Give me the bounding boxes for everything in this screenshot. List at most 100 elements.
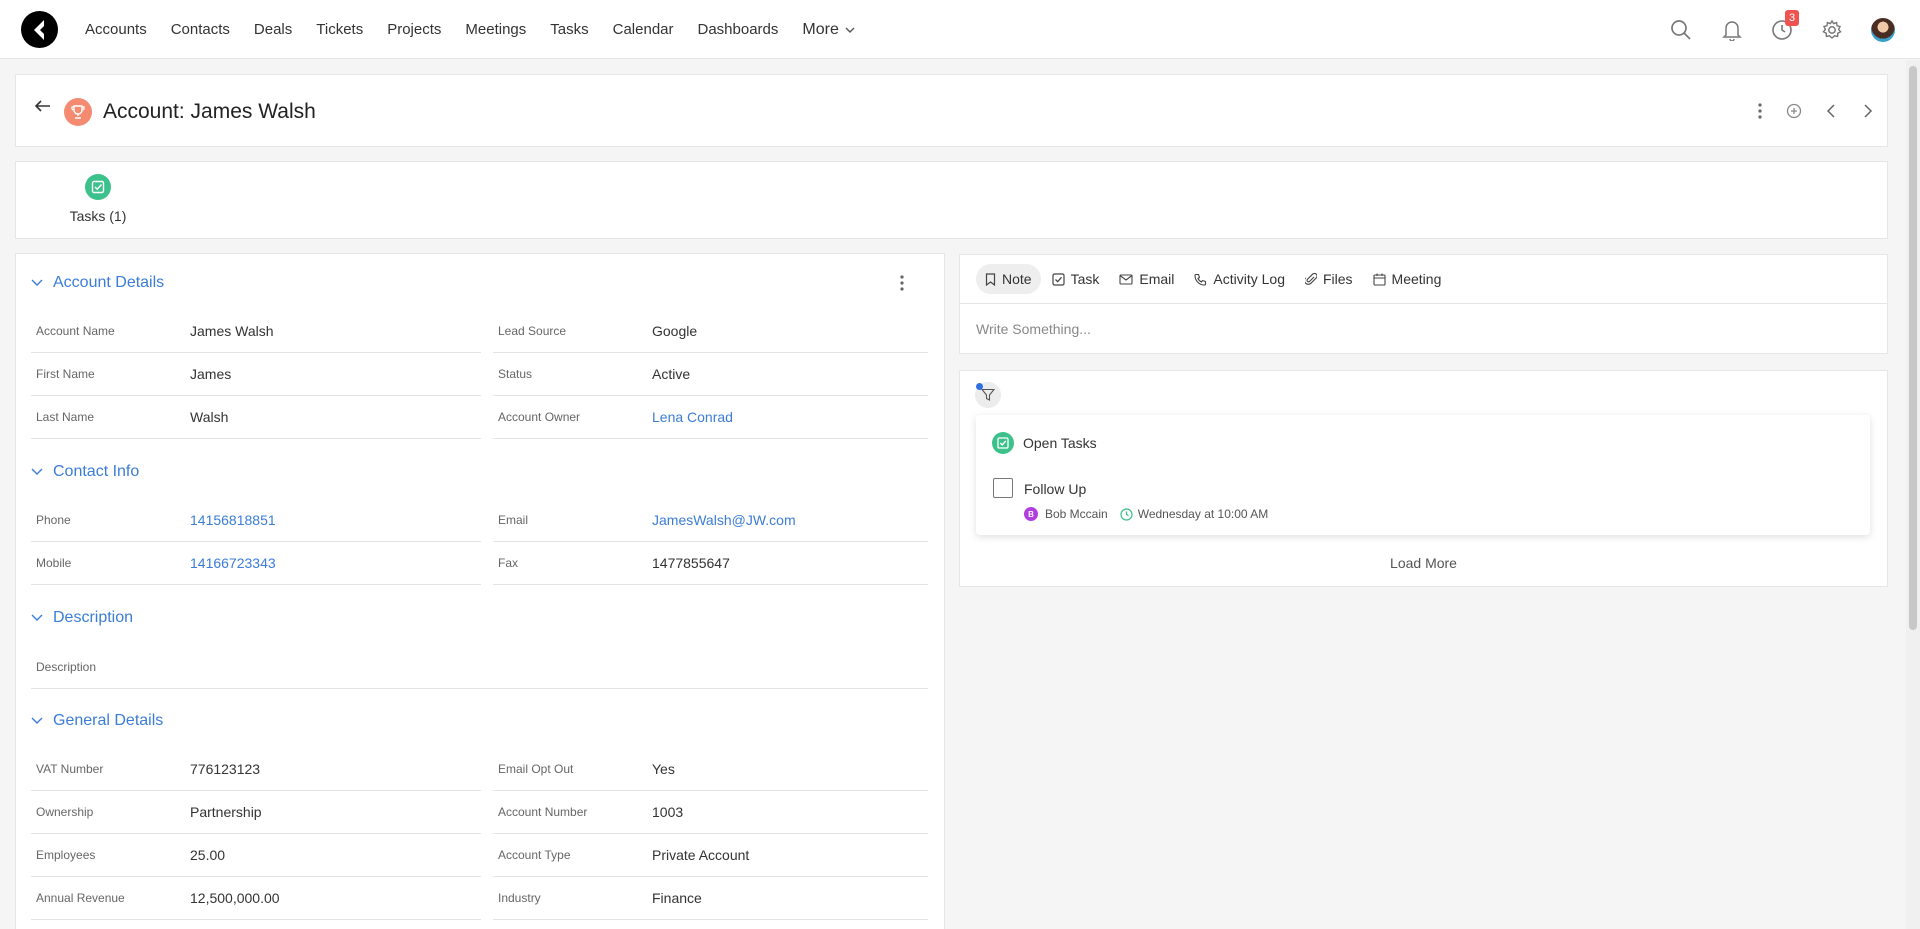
nav-item-contacts[interactable]: Contacts — [171, 21, 230, 38]
account-trophy-icon — [64, 98, 92, 126]
tab-task[interactable]: Task — [1043, 264, 1109, 294]
task-check-icon — [85, 174, 111, 200]
checkbox-icon — [1051, 272, 1065, 286]
related-lists-bar: Tasks (1) — [15, 161, 1888, 239]
tab-label: Files — [1322, 271, 1353, 287]
field-value: Active — [652, 366, 691, 382]
composer-tabs: Note Task Email Activity Log Files Meeti… — [976, 263, 1452, 295]
clock-icon — [1120, 507, 1133, 521]
field-vat-number: VAT Number 776123123 — [31, 748, 481, 791]
field-value: James Walsh — [190, 323, 274, 339]
related-tasks-link[interactable]: Tasks (1) — [54, 174, 142, 224]
field-label: Account Name — [36, 324, 115, 338]
field-value: Finance — [652, 890, 702, 906]
section-options-icon[interactable] — [900, 275, 904, 294]
field-value: 25.00 — [190, 847, 226, 863]
field-label: Phone — [36, 513, 71, 527]
user-avatar[interactable] — [1871, 18, 1895, 42]
nav-item-calendar[interactable]: Calendar — [613, 21, 674, 38]
email-link[interactable]: JamesWalsh@JW.com — [652, 512, 796, 528]
page-scrollbar-thumb[interactable] — [1909, 66, 1917, 630]
nav-item-meetings[interactable]: Meetings — [465, 21, 526, 38]
nav-item-tickets[interactable]: Tickets — [316, 21, 363, 38]
nav-item-accounts[interactable]: Accounts — [85, 21, 147, 38]
field-label: First Name — [36, 367, 95, 381]
note-input[interactable]: Write Something... — [976, 321, 1091, 337]
phone-link[interactable]: 14156818851 — [190, 512, 276, 528]
mobile-link[interactable]: 14166723343 — [190, 555, 276, 571]
tab-label: Meeting — [1391, 271, 1442, 287]
related-tasks-label: Tasks (1) — [69, 208, 127, 224]
filter-icon — [981, 388, 995, 401]
tab-files[interactable]: Files — [1296, 264, 1362, 294]
section-contact-info[interactable]: Contact Info — [31, 463, 139, 481]
record-header: Account: James Walsh — [15, 74, 1888, 147]
field-label: Industry — [498, 891, 541, 905]
phone-icon — [1194, 273, 1207, 286]
tab-email[interactable]: Email — [1110, 264, 1183, 294]
previous-record-icon[interactable] — [1820, 100, 1842, 122]
nav-item-dashboards[interactable]: Dashboards — [698, 21, 779, 38]
app-logo[interactable] — [21, 11, 58, 48]
tab-activity-log[interactable]: Activity Log — [1185, 264, 1294, 294]
section-title-label: Account Details — [53, 274, 165, 291]
open-tasks-title: Open Tasks — [1023, 435, 1097, 451]
reminder-count-badge: 3 — [1785, 10, 1799, 26]
chevron-down-icon — [31, 717, 43, 724]
more-options-icon[interactable] — [1749, 100, 1771, 122]
next-record-icon[interactable] — [1857, 100, 1879, 122]
top-navigation-bar: Accounts Contacts Deals Tickets Projects… — [0, 0, 1920, 59]
add-circle-icon[interactable] — [1783, 100, 1805, 122]
task-check-icon — [992, 432, 1014, 454]
tab-label: Email — [1139, 271, 1175, 287]
field-annual-revenue: Annual Revenue 12,500,000.00 — [31, 877, 481, 920]
task-meta: B Bob Mccain Wednesday at 10:00 AM — [1024, 507, 1268, 521]
tab-note[interactable]: Note — [976, 264, 1041, 294]
section-account-details[interactable]: Account Details — [31, 274, 164, 292]
chevron-down-icon — [845, 27, 855, 33]
field-label: Annual Revenue — [36, 891, 125, 905]
chevron-down-icon — [31, 468, 43, 475]
field-value: 1477855647 — [652, 555, 730, 571]
task-title[interactable]: Follow Up — [1024, 481, 1086, 497]
section-title-label: Description — [53, 609, 134, 626]
field-label: Mobile — [36, 556, 72, 570]
gear-icon[interactable] — [1819, 17, 1845, 43]
field-phone: Phone 14156818851 — [31, 499, 481, 542]
search-icon[interactable] — [1668, 17, 1694, 43]
account-owner-link[interactable]: Lena Conrad — [652, 409, 733, 425]
nav-more-menu[interactable]: More — [802, 21, 855, 39]
activity-composer: Note Task Email Activity Log Files Meeti… — [959, 254, 1888, 354]
field-ownership: Ownership Partnership — [31, 791, 481, 834]
tab-meeting[interactable]: Meeting — [1364, 264, 1451, 294]
field-value: 12,500,000.00 — [190, 890, 280, 906]
back-arrow-icon[interactable] — [34, 99, 52, 116]
main-nav: Accounts Contacts Deals Tickets Projects… — [85, 0, 855, 59]
field-email: Email JamesWalsh@JW.com — [493, 499, 928, 542]
field-label: VAT Number — [36, 762, 104, 776]
field-value: James — [190, 366, 232, 382]
nav-item-deals[interactable]: Deals — [254, 21, 292, 38]
field-label: Email — [498, 513, 529, 527]
section-description[interactable]: Description — [31, 609, 133, 627]
owner-avatar: B — [1024, 507, 1038, 521]
task-complete-checkbox[interactable] — [993, 478, 1013, 498]
load-more-button[interactable]: Load More — [960, 555, 1887, 571]
field-status: Status Active — [493, 353, 928, 396]
field-account-type: Account Type Private Account — [493, 834, 928, 877]
field-value: Yes — [652, 761, 675, 777]
field-label: Last Name — [36, 410, 95, 424]
field-label: Fax — [498, 556, 519, 570]
field-account-owner: Account Owner Lena Conrad — [493, 396, 928, 439]
account-details-panel: Account Details Account Name James Walsh… — [15, 253, 945, 929]
section-general-details[interactable]: General Details — [31, 712, 163, 730]
nav-item-projects[interactable]: Projects — [387, 21, 441, 38]
nav-item-tasks[interactable]: Tasks — [550, 21, 588, 38]
field-mobile: Mobile 14166723343 — [31, 542, 481, 585]
field-first-name: First Name James — [31, 353, 481, 396]
field-fax: Fax 1477855647 — [493, 542, 928, 585]
bell-icon[interactable] — [1719, 17, 1745, 43]
task-due: Wednesday at 10:00 AM — [1120, 507, 1268, 521]
field-account-number: Account Number 1003 — [493, 791, 928, 834]
field-value: 776123123 — [190, 761, 261, 777]
